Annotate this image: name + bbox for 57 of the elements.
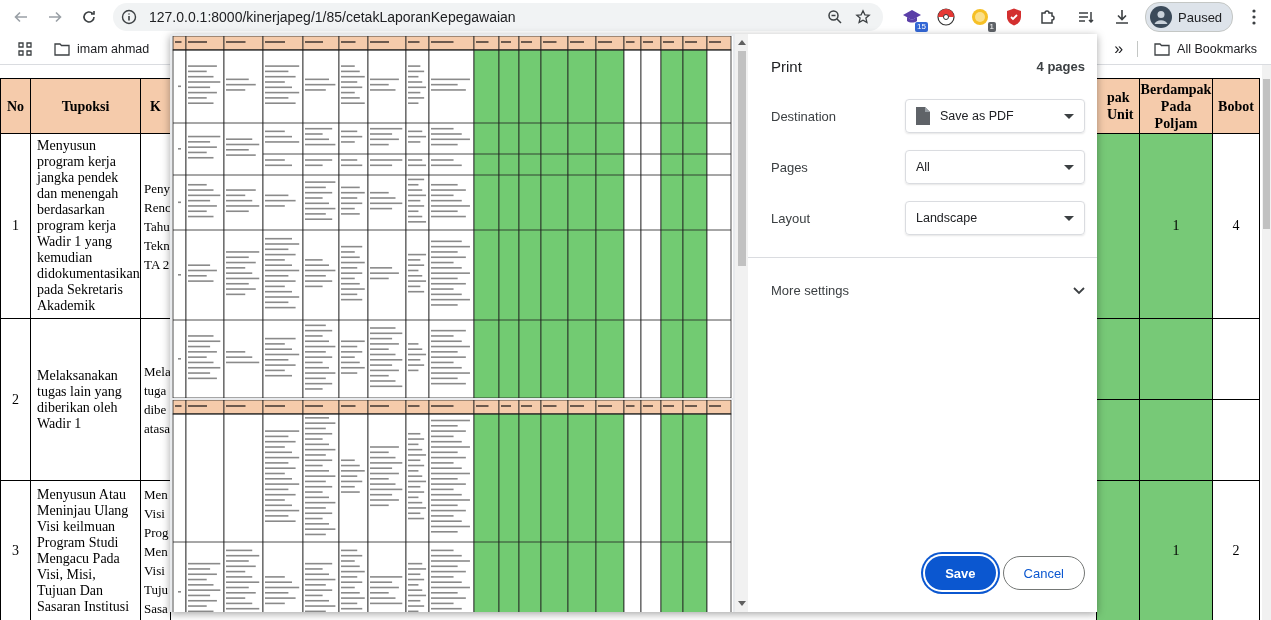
notification-badge: 15 bbox=[915, 22, 928, 32]
column-header: K bbox=[140, 78, 171, 134]
table-cell: Melaksanakan tugas lain yang diberikan oleh Wadir 1 bbox=[30, 318, 141, 481]
folder-icon bbox=[54, 42, 70, 56]
dialog-title: Print bbox=[771, 58, 802, 75]
star-icon[interactable] bbox=[855, 9, 871, 25]
reload-icon[interactable] bbox=[81, 9, 97, 25]
column-header: pak Unit bbox=[1096, 78, 1140, 134]
apps-icon[interactable] bbox=[18, 42, 32, 56]
scrollbar-thumb[interactable] bbox=[737, 51, 746, 266]
select-field[interactable]: All bbox=[905, 150, 1085, 184]
folder-icon bbox=[1154, 42, 1171, 56]
table-cell: 2 bbox=[0, 318, 31, 481]
scrollbar-thumb[interactable] bbox=[1263, 79, 1270, 229]
column-header: No bbox=[0, 78, 31, 134]
setting-label: Layout bbox=[771, 210, 811, 226]
column-header: Bobot bbox=[1212, 78, 1260, 134]
select-field[interactable]: Save as PDF bbox=[905, 99, 1085, 133]
extensions-icon[interactable] bbox=[1038, 7, 1058, 27]
setting-label: Destination bbox=[771, 108, 837, 124]
column-header: Berdampak Pada Poljam bbox=[1139, 78, 1213, 134]
table-cell: Menyusun program kerja jangka pendek dan menengah berdasarkan program kerja Wadir 1 yang kemudian didokumentasikan pada Sekretaris Akademik bbox=[30, 133, 141, 319]
notification-badge: 1 bbox=[987, 22, 996, 32]
site-info-icon[interactable] bbox=[121, 9, 137, 25]
file-icon bbox=[916, 107, 930, 125]
download-icon[interactable] bbox=[1113, 8, 1131, 26]
scroll-down-icon[interactable] bbox=[737, 601, 746, 607]
ball-icon[interactable] bbox=[936, 7, 956, 27]
dropdown-caret-icon bbox=[1064, 113, 1074, 119]
table-cell: 3 bbox=[0, 480, 31, 620]
chevron-down-icon bbox=[1073, 286, 1085, 295]
profile-button[interactable]: Paused bbox=[1145, 2, 1234, 32]
coin-icon[interactable] bbox=[970, 7, 990, 27]
table-cell: 1 bbox=[0, 133, 31, 319]
scrollbar[interactable] bbox=[735, 34, 748, 612]
cancel-button[interactable]: Cancel bbox=[1002, 556, 1085, 590]
bookmark-folder[interactable]: All Bookmarks bbox=[1148, 40, 1263, 58]
bookmarks-overflow-button[interactable]: » bbox=[1114, 40, 1124, 58]
bookmark-folder[interactable]: imam ahmad bbox=[48, 40, 156, 58]
dropdown-caret-icon bbox=[1064, 215, 1074, 221]
scroll-up-icon[interactable] bbox=[737, 39, 746, 45]
table-cell: 4 bbox=[1212, 133, 1260, 319]
address-bar[interactable]: 127.0.0.1:8000/kinerjapeg/1/85/cetakLaporanKepegawaian bbox=[113, 3, 883, 31]
url-text: 127.0.0.1:8000/kinerjapeg/1/85/cetakLaporanKepegawaian bbox=[149, 9, 516, 25]
setting-label: Pages bbox=[771, 159, 808, 175]
shield-icon[interactable] bbox=[1004, 7, 1024, 27]
avatar-icon bbox=[1150, 6, 1172, 28]
table-cell: 1 bbox=[1139, 133, 1213, 319]
scrollbar[interactable] bbox=[1262, 65, 1271, 620]
page-count: 4 pages bbox=[1036, 59, 1085, 74]
menu-icon[interactable] bbox=[1251, 8, 1258, 26]
table-cell: 1 bbox=[1139, 480, 1213, 620]
zoom-icon[interactable] bbox=[827, 9, 843, 25]
dropdown-caret-icon bbox=[1064, 164, 1074, 170]
column-header: Tupoksi bbox=[30, 78, 141, 134]
more-settings-toggle[interactable]: More settings bbox=[771, 258, 1085, 298]
select-field[interactable]: Landscape bbox=[905, 201, 1085, 235]
